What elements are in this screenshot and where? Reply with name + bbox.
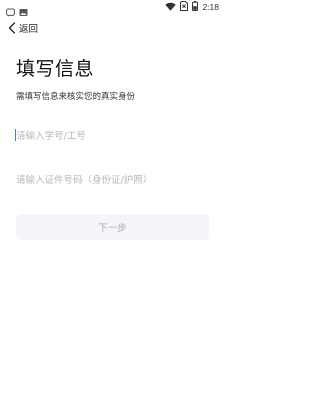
- status-bar: 2:18: [0, 0, 225, 17]
- back-button[interactable]: 返回: [8, 20, 38, 36]
- student-id-input[interactable]: [16, 126, 209, 146]
- next-button[interactable]: 下一步: [16, 214, 209, 240]
- back-label: 返回: [19, 24, 39, 35]
- no-sim-icon: [180, 1, 189, 13]
- chevron-left-icon: [8, 19, 16, 38]
- text-cursor: [15, 129, 16, 141]
- nav-bar: 返回: [0, 18, 225, 38]
- wifi-icon: [165, 2, 177, 13]
- status-bar-right: 2:18: [165, 1, 219, 13]
- page-title: 填写信息: [16, 58, 95, 80]
- id-number-input[interactable]: [16, 170, 209, 190]
- battery-icon: [192, 1, 199, 13]
- status-time: 2:18: [202, 2, 219, 12]
- page-subtitle: 需填写信息来核实您的真实身份: [16, 92, 136, 102]
